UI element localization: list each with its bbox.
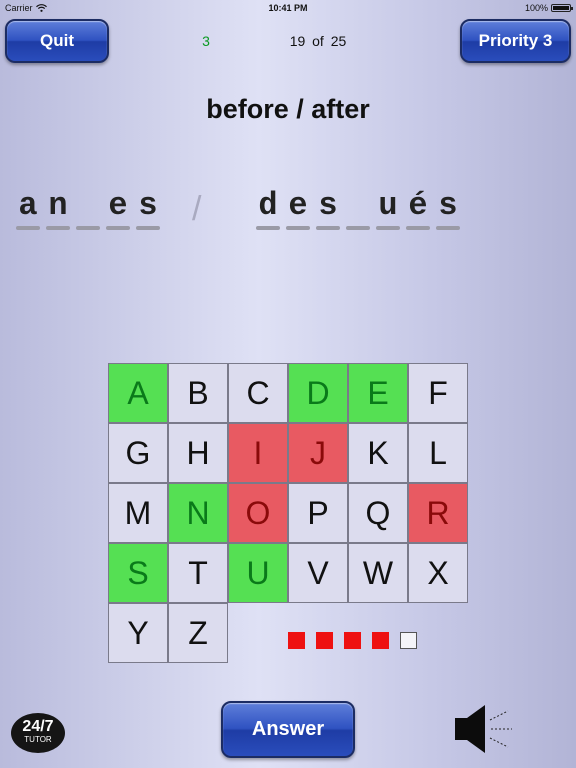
slot-underline: [406, 226, 430, 230]
letter-key-q[interactable]: Q: [348, 483, 408, 543]
letter-key-x[interactable]: X: [408, 543, 468, 603]
status-bar: Carrier 10:41 PM 100%: [0, 0, 576, 16]
slot-letter: a: [18, 187, 38, 224]
letter-key-l[interactable]: L: [408, 423, 468, 483]
letter-key-n[interactable]: N: [168, 483, 228, 543]
before-letter-slot: a: [14, 186, 42, 232]
letter-key-j[interactable]: J: [288, 423, 348, 483]
after-letter-slot: s: [434, 186, 462, 232]
score-count: 3: [202, 33, 210, 49]
slot-letter: s: [138, 187, 158, 224]
letter-key-u[interactable]: U: [228, 543, 288, 603]
letter-key-v[interactable]: V: [288, 543, 348, 603]
battery-indicator: 100%: [524, 3, 573, 13]
letter-key-w[interactable]: W: [348, 543, 408, 603]
slot-letter: s: [438, 187, 458, 224]
used-guess-marker: [288, 632, 305, 649]
word-separator: /: [192, 190, 202, 228]
battery-fill: [553, 6, 569, 10]
slot-underline: [316, 226, 340, 230]
puzzle-category-title: before / after: [206, 94, 370, 124]
slot-letter: é: [408, 187, 428, 224]
used-guess-marker: [372, 632, 389, 649]
after-letter-slot: e: [284, 186, 312, 232]
after-letter-slot: d: [254, 186, 282, 232]
letter-key-d[interactable]: D: [288, 363, 348, 423]
slot-underline: [286, 226, 310, 230]
progress-counter: 19 of 25: [289, 33, 347, 49]
letter-key-e[interactable]: E: [348, 363, 408, 423]
slot-underline: [436, 226, 460, 230]
letter-key-b[interactable]: B: [168, 363, 228, 423]
letter-key-s[interactable]: S: [108, 543, 168, 603]
speaker-icon: [455, 705, 512, 753]
letter-key-k[interactable]: K: [348, 423, 408, 483]
letter-key-m[interactable]: M: [108, 483, 168, 543]
slot-underline: [16, 226, 40, 230]
remaining-guess-marker: [400, 632, 417, 649]
letter-key-i[interactable]: I: [228, 423, 288, 483]
letter-key-y[interactable]: Y: [108, 603, 168, 663]
letter-key-f[interactable]: F: [408, 363, 468, 423]
logo-line2: TUTOR: [24, 735, 52, 744]
after-letter-slot: s: [314, 186, 342, 232]
before-letter-slot: n: [44, 186, 72, 232]
slot-underline: [256, 226, 280, 230]
slot-underline: [76, 226, 100, 230]
logo-line1: 24/7: [22, 718, 54, 735]
letter-key-p[interactable]: P: [288, 483, 348, 543]
letter-key-z[interactable]: Z: [168, 603, 228, 663]
slot-letter: e: [288, 187, 308, 224]
letter-key-t[interactable]: T: [168, 543, 228, 603]
letter-key-h[interactable]: H: [168, 423, 228, 483]
slot-letter: e: [108, 187, 128, 224]
letter-key-g[interactable]: G: [108, 423, 168, 483]
quit-button[interactable]: Quit: [5, 19, 109, 63]
slot-underline: [106, 226, 130, 230]
slot-underline: [376, 226, 400, 230]
used-guess-marker: [344, 632, 361, 649]
tutor-logo: 24/7 TUTOR: [11, 713, 65, 753]
battery-percent: 100%: [524, 3, 548, 13]
speaker-button[interactable]: [452, 702, 516, 756]
battery-icon: [551, 4, 573, 12]
priority-button[interactable]: Priority 3: [460, 19, 571, 63]
slot-letter: s: [318, 187, 338, 224]
wrong-guess-markers: [288, 632, 417, 649]
letter-key-o[interactable]: O: [228, 483, 288, 543]
status-time: 10:41 PM: [268, 3, 308, 13]
letter-key-c[interactable]: C: [228, 363, 288, 423]
slot-underline: [46, 226, 70, 230]
before-word: an es: [14, 186, 164, 236]
slot-underline: [136, 226, 160, 230]
before-letter-slot: e: [104, 186, 132, 232]
slot-letter: n: [48, 187, 68, 224]
before-letter-slot: s: [134, 186, 162, 232]
after-letter-slot: é: [404, 186, 432, 232]
after-letter-slot: u: [374, 186, 402, 232]
after-word: desués: [254, 186, 464, 236]
slot-underline: [346, 226, 370, 230]
letter-key-r[interactable]: R: [408, 483, 468, 543]
letter-key-a[interactable]: A: [108, 363, 168, 423]
slot-letter: u: [378, 187, 398, 224]
after-blank-slot: [344, 186, 372, 232]
slot-letter: d: [258, 187, 278, 224]
before-blank-slot: [74, 186, 102, 232]
answer-button[interactable]: Answer: [221, 701, 355, 758]
used-guess-marker: [316, 632, 333, 649]
